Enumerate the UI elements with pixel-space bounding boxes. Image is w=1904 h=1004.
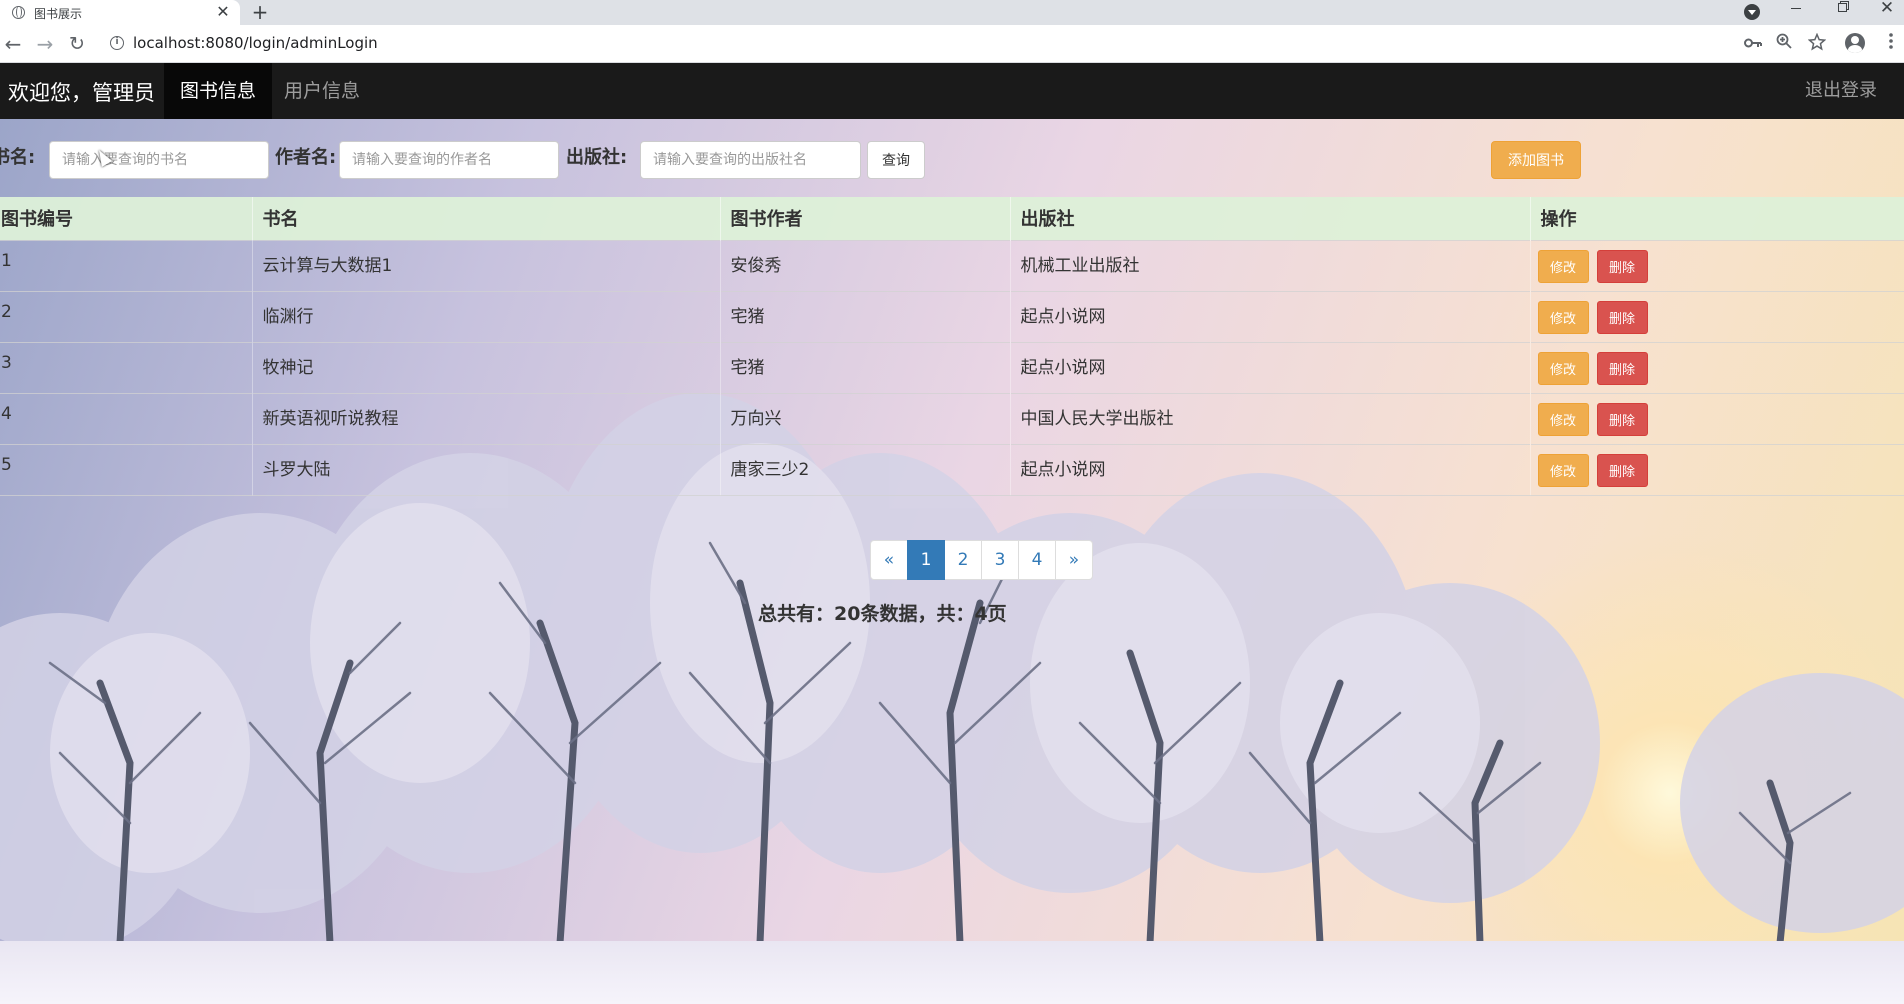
key-icon[interactable] bbox=[1742, 33, 1764, 55]
page-1[interactable]: 1 bbox=[907, 540, 945, 580]
edit-button[interactable]: 修改 bbox=[1537, 402, 1589, 436]
page-viewport: 欢迎您，管理员 图书信息 用户信息 退出登录 书名: 作者名: 出版社: 查询 … bbox=[0, 63, 1904, 1004]
author-input[interactable] bbox=[339, 141, 559, 179]
query-button[interactable]: 查询 bbox=[867, 141, 925, 179]
plus-icon[interactable]: + bbox=[248, 0, 272, 25]
browser-toolbar: ← → ↻ i localhost:8080/login/adminLogin bbox=[0, 25, 1904, 63]
book-table: 图书编号 书名 图书作者 出版社 操作 1 云计算与大数据1 安俊秀 机械工业出… bbox=[0, 197, 1904, 496]
book-name-input[interactable] bbox=[49, 141, 269, 179]
cell-actions: 修改 删除 bbox=[1530, 443, 1904, 496]
delete-button[interactable]: 删除 bbox=[1596, 300, 1648, 334]
cell-actions: 修改 删除 bbox=[1530, 392, 1904, 444]
header-book-name: 书名 bbox=[252, 197, 721, 240]
info-icon[interactable]: i bbox=[110, 36, 124, 50]
cell-book-name: 云计算与大数据1 bbox=[252, 239, 721, 291]
logout-link[interactable]: 退出登录 bbox=[1805, 76, 1877, 102]
table-header-row: 图书编号 书名 图书作者 出版社 操作 bbox=[0, 197, 1904, 240]
close-icon[interactable]: ✕ bbox=[214, 2, 232, 22]
page-4[interactable]: 4 bbox=[1018, 540, 1056, 580]
publisher-input[interactable] bbox=[640, 141, 861, 179]
cell-book-id: 4 bbox=[0, 392, 253, 444]
forward-icon[interactable]: → bbox=[32, 31, 58, 57]
delete-button[interactable]: 删除 bbox=[1596, 453, 1648, 487]
cell-author: 安俊秀 bbox=[720, 239, 1011, 291]
page-prev[interactable]: « bbox=[870, 540, 908, 580]
browser-tabstrip: 图书展示 ✕ + ✕ bbox=[0, 0, 1904, 25]
globe-icon bbox=[12, 6, 25, 19]
table-row: 2 临渊行 宅猪 起点小说网 修改 删除 bbox=[0, 290, 1904, 342]
cell-actions: 修改 删除 bbox=[1530, 290, 1904, 342]
cell-book-name: 斗罗大陆 bbox=[252, 443, 721, 496]
welcome-brand[interactable]: 欢迎您，管理员 bbox=[8, 77, 155, 107]
cell-author: 唐家三少2 bbox=[720, 443, 1011, 496]
top-navbar: 欢迎您，管理员 图书信息 用户信息 退出登录 bbox=[0, 63, 1904, 119]
header-actions: 操作 bbox=[1530, 197, 1904, 240]
cell-publisher: 起点小说网 bbox=[1010, 341, 1531, 393]
cell-publisher: 起点小说网 bbox=[1010, 290, 1531, 342]
add-book-button[interactable]: 添加图书 bbox=[1491, 141, 1581, 179]
edit-button[interactable]: 修改 bbox=[1537, 351, 1589, 385]
tab-title: 图书展示 bbox=[34, 7, 83, 21]
browser-tab[interactable]: 图书展示 ✕ bbox=[0, 0, 240, 25]
header-publisher: 出版社 bbox=[1010, 197, 1531, 240]
back-icon[interactable]: ← bbox=[0, 31, 26, 57]
tab-search-icon[interactable] bbox=[1744, 4, 1760, 20]
address-bar[interactable]: localhost:8080/login/adminLogin bbox=[133, 34, 378, 52]
cell-actions: 修改 删除 bbox=[1530, 239, 1904, 291]
nav-book-info[interactable]: 图书信息 bbox=[164, 63, 273, 119]
table-row: 4 新英语视听说教程 万向兴 中国人民大学出版社 修改 删除 bbox=[0, 392, 1904, 444]
menu-icon[interactable] bbox=[1880, 33, 1902, 55]
cell-book-name: 临渊行 bbox=[252, 290, 721, 342]
search-form: 书名: 作者名: 出版社: 查询 添加图书 bbox=[0, 119, 1904, 204]
table-row: 3 牧神记 宅猪 起点小说网 修改 删除 bbox=[0, 341, 1904, 393]
table-row: 5 斗罗大陆 唐家三少2 起点小说网 修改 删除 bbox=[0, 443, 1904, 496]
delete-button[interactable]: 删除 bbox=[1596, 249, 1648, 283]
table-row: 1 云计算与大数据1 安俊秀 机械工业出版社 修改 删除 bbox=[0, 239, 1904, 291]
delete-button[interactable]: 删除 bbox=[1596, 351, 1648, 385]
edit-button[interactable]: 修改 bbox=[1537, 300, 1589, 334]
page-3[interactable]: 3 bbox=[981, 540, 1019, 580]
header-author: 图书作者 bbox=[720, 197, 1011, 240]
edit-button[interactable]: 修改 bbox=[1537, 249, 1589, 283]
delete-button[interactable]: 删除 bbox=[1596, 402, 1648, 436]
reload-icon[interactable]: ↻ bbox=[64, 31, 90, 57]
publisher-label: 出版社: bbox=[566, 147, 628, 168]
page-next[interactable]: » bbox=[1055, 540, 1093, 580]
cell-book-name: 新英语视听说教程 bbox=[252, 392, 721, 444]
nav-user-info[interactable]: 用户信息 bbox=[268, 63, 376, 119]
author-label: 作者名: bbox=[275, 147, 337, 168]
profile-icon[interactable] bbox=[1845, 33, 1867, 55]
cell-publisher: 中国人民大学出版社 bbox=[1010, 392, 1531, 444]
total-summary: 总共有：20条数据，共：4页 bbox=[758, 603, 1007, 625]
page-2[interactable]: 2 bbox=[944, 540, 982, 580]
cell-book-id: 5 bbox=[0, 443, 253, 496]
pagination: « 1 2 3 4 » bbox=[870, 540, 1093, 580]
cell-book-id: 2 bbox=[0, 290, 253, 342]
minimize-icon[interactable] bbox=[1776, 0, 1816, 25]
cell-actions: 修改 删除 bbox=[1530, 341, 1904, 393]
cell-author: 宅猪 bbox=[720, 290, 1011, 342]
cell-author: 宅猪 bbox=[720, 341, 1011, 393]
cell-publisher: 机械工业出版社 bbox=[1010, 239, 1531, 291]
header-book-id: 图书编号 bbox=[0, 197, 253, 240]
cell-book-id: 3 bbox=[0, 341, 253, 393]
book-name-label: 书名: bbox=[0, 147, 36, 168]
cell-author: 万向兴 bbox=[720, 392, 1011, 444]
window-close-icon[interactable]: ✕ bbox=[1867, 0, 1904, 25]
star-icon[interactable] bbox=[1806, 32, 1828, 55]
zoom-icon[interactable] bbox=[1773, 33, 1795, 55]
restore-icon[interactable] bbox=[1822, 0, 1862, 25]
cell-book-id: 1 bbox=[0, 239, 253, 291]
cell-book-name: 牧神记 bbox=[252, 341, 721, 393]
edit-button[interactable]: 修改 bbox=[1537, 453, 1589, 487]
cell-publisher: 起点小说网 bbox=[1010, 443, 1531, 496]
